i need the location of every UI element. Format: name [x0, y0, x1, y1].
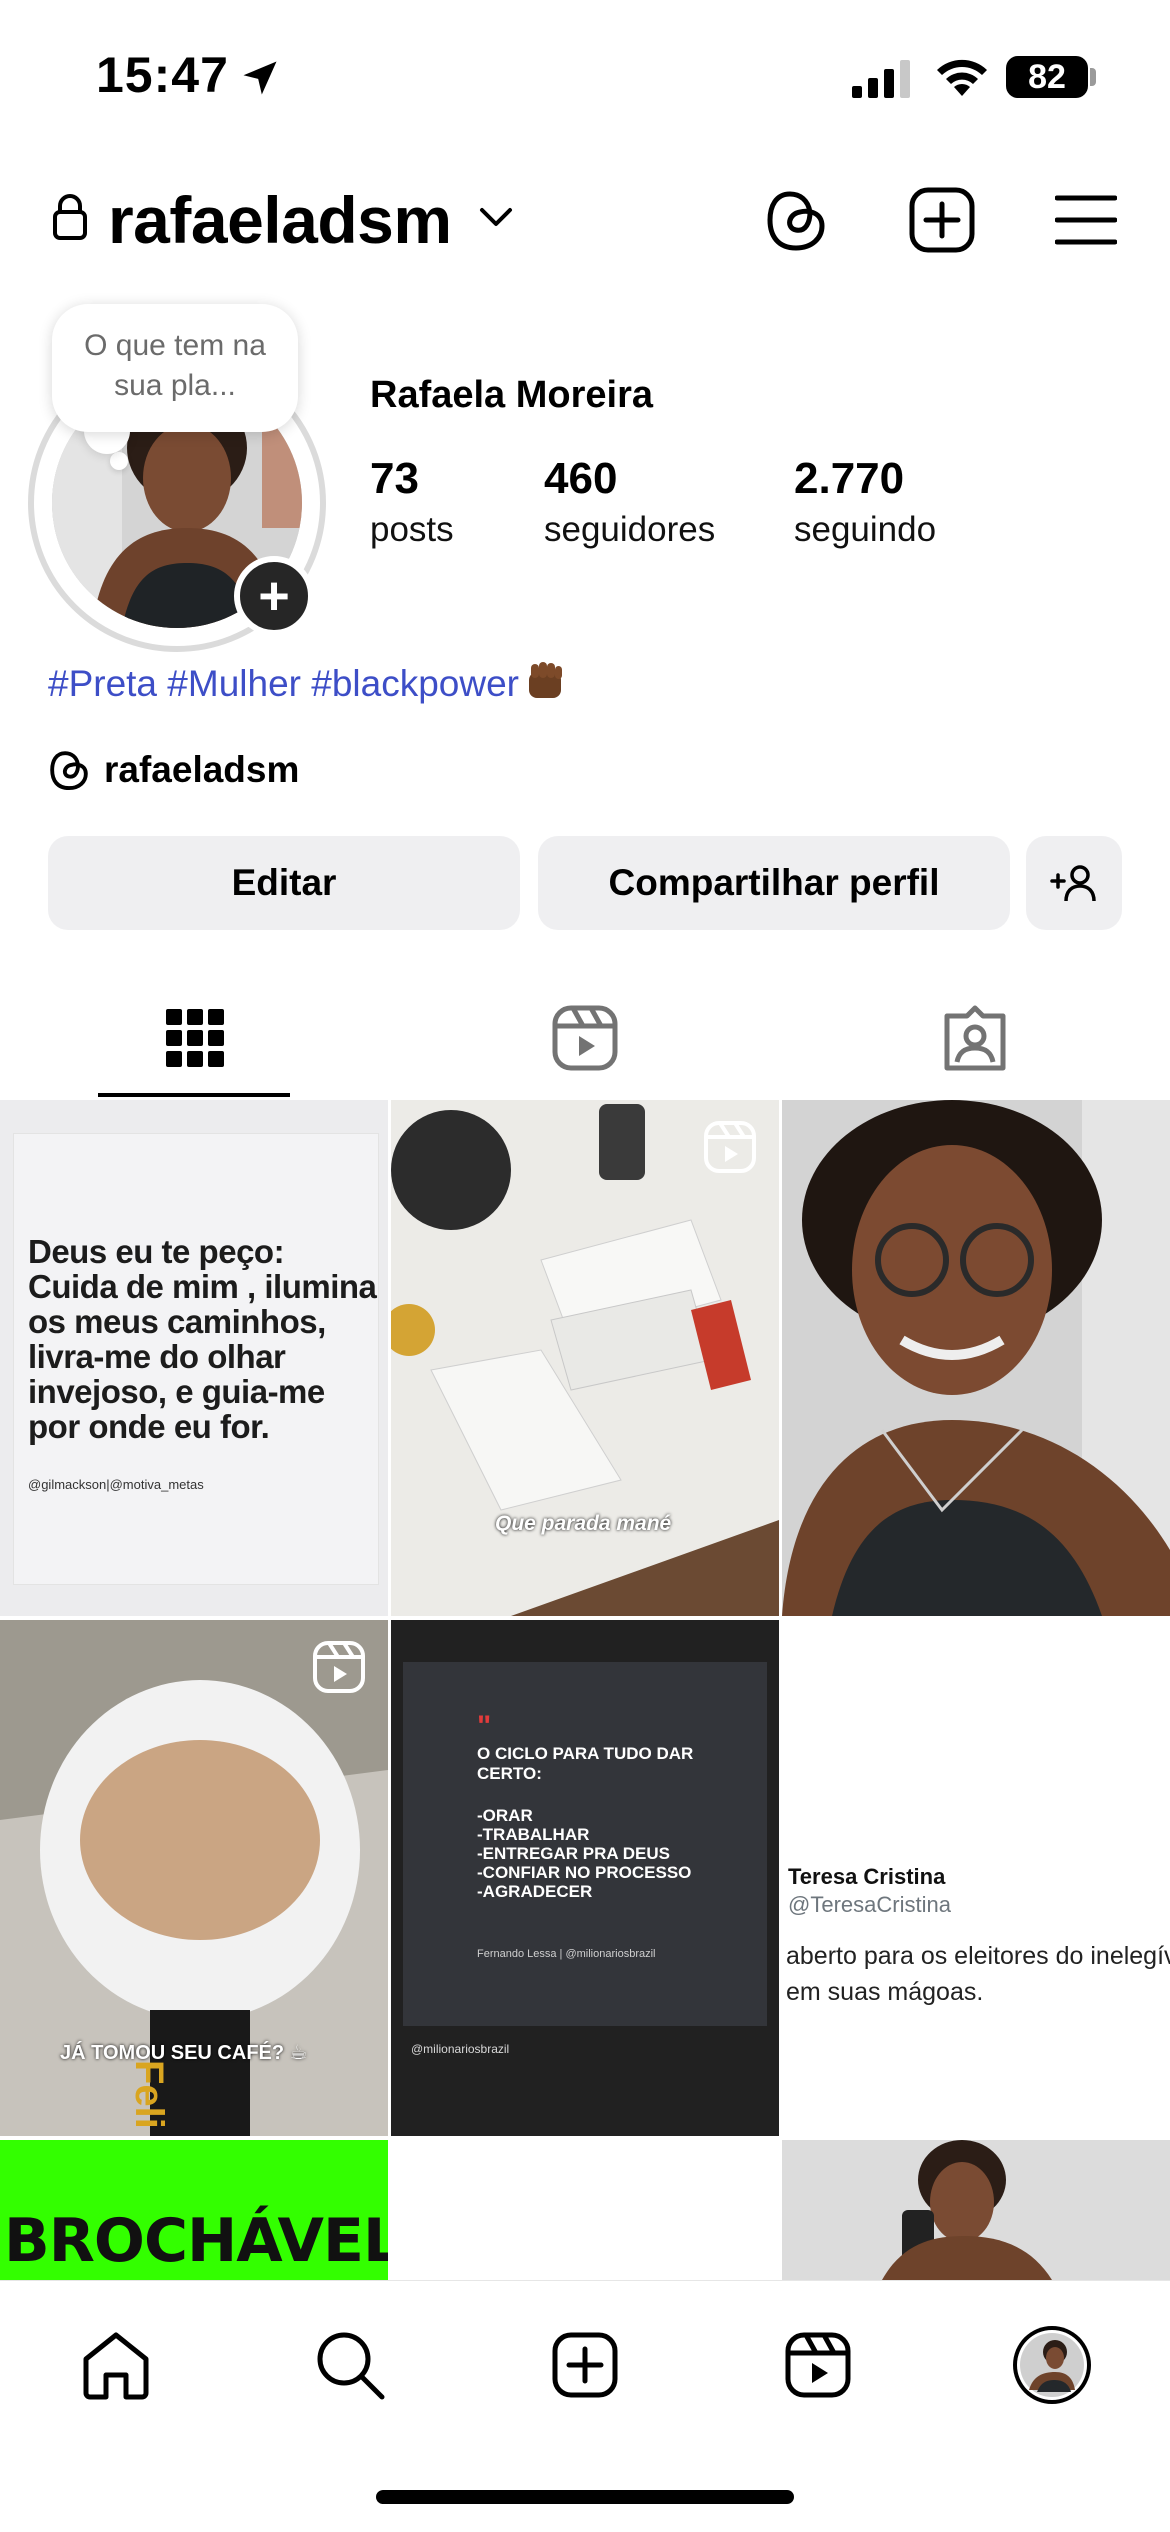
stat-followers[interactable]: 460 seguidores	[544, 452, 715, 554]
stat-posts-label: posts	[370, 510, 454, 549]
post-thumbnail[interactable]: Teresa Cristina @TeresaCristina aberto p…	[782, 1620, 1170, 2136]
grid-icon	[166, 1008, 224, 1067]
note-bubble[interactable]: O que tem na sua pla...	[52, 304, 298, 432]
chevron-down-icon[interactable]	[478, 206, 514, 230]
post-credit: Fernando Lessa | @milionariosbrazil	[477, 1948, 656, 1960]
post-handle: @milionariosbrazil	[411, 2042, 510, 2056]
tab-reels[interactable]	[390, 975, 780, 1100]
nav-create[interactable]	[537, 2317, 633, 2413]
post-quote-text: Deus eu te peço: Cuida de mim , ilumina …	[28, 1233, 377, 1445]
profile-avatar-icon	[1013, 2326, 1091, 2404]
post-thumbnail[interactable]: Que parada mané	[391, 1100, 779, 1616]
stat-followers-label: seguidores	[544, 510, 716, 549]
reels-icon	[552, 1005, 618, 1070]
wifi-icon	[937, 59, 987, 96]
edit-profile-button[interactable]: Editar	[48, 836, 520, 930]
threads-icon[interactable]	[756, 180, 836, 260]
post-thumbnail[interactable]: Feli JÁ TOMOU SEU CAFÉ? ☕	[0, 1620, 388, 2136]
nav-search[interactable]	[302, 2317, 398, 2413]
share-profile-button[interactable]: Compartilhar perfil	[538, 836, 1010, 930]
post-list-line: -ENTREGAR PRA DEUS	[477, 1844, 670, 1863]
profile-bio[interactable]: #Preta #Mulher #blackpower	[48, 660, 567, 705]
stat-following[interactable]: 2.770 seguindo	[794, 452, 936, 554]
home-indicator	[376, 2490, 794, 2504]
reels-nav-icon	[785, 2332, 851, 2398]
post-list: -ORAR -TRABALHAR -ENTREGAR PRA DEUS -CON…	[477, 1806, 707, 1901]
stat-followers-value: 460	[544, 454, 618, 503]
threads-badge-icon	[50, 751, 88, 791]
add-person-icon	[1050, 865, 1096, 902]
reel-indicator-icon	[313, 1641, 365, 1693]
tweet-text: aberto para os eleitores do inelegível e…	[786, 1942, 1170, 2006]
active-tab-indicator	[98, 1093, 290, 1097]
raised-fist-emoji-icon	[528, 662, 562, 698]
post-list-line: -CONFIAR NO PROCESSO	[477, 1863, 692, 1882]
discover-people-button[interactable]	[1026, 836, 1122, 930]
svg-text:Feli: Feli	[127, 2060, 171, 2129]
post-thumbnail[interactable]: BROCHÁVEL	[0, 2140, 388, 2280]
status-time: 15:47	[96, 47, 229, 103]
post-credit: @gilmackson|@motiva_metas	[28, 1477, 204, 1492]
post-thumbnail[interactable]	[782, 1100, 1170, 1616]
stat-posts[interactable]: 73 posts	[370, 452, 454, 554]
profile-full-name: Rafaela Moreira	[370, 374, 654, 416]
nav-reels[interactable]	[770, 2317, 866, 2413]
stat-following-value: 2.770	[794, 454, 905, 503]
post-thumbnail[interactable]	[782, 2140, 1170, 2280]
nav-home[interactable]	[68, 2317, 164, 2413]
post-big-text: BROCHÁVEL	[4, 2206, 388, 2276]
profile-tabs	[0, 975, 1170, 1100]
post-caption: JÁ TOMOU SEU CAFÉ? ☕	[60, 2042, 308, 2064]
post-list-line: -ORAR	[477, 1806, 533, 1825]
post-list-line: -TRABALHAR	[477, 1825, 590, 1844]
tab-posts-grid[interactable]	[0, 975, 390, 1100]
nav-profile[interactable]	[1004, 2317, 1100, 2413]
cellular-signal-icon	[852, 60, 910, 98]
add-story-button[interactable]: +	[234, 556, 314, 636]
reel-indicator-icon	[704, 1121, 756, 1173]
threads-handle: rafaeladsm	[104, 749, 300, 790]
tagged-icon	[944, 1005, 1006, 1070]
battery-nub	[1090, 68, 1096, 86]
threads-profile-link[interactable]: rafaeladsm	[48, 748, 299, 792]
stat-posts-value: 73	[370, 454, 419, 503]
create-post-icon[interactable]	[902, 180, 982, 260]
tweet-author-name: Teresa Cristina	[788, 1864, 946, 1889]
bio-hashtags[interactable]: #Preta #Mulher #blackpower	[48, 663, 519, 704]
post-list-line: -AGRADECER	[477, 1882, 593, 1901]
post-title: O CICLO PARA TUDO DAR CERTO:	[477, 1744, 694, 1783]
quote-mark: "	[477, 1710, 492, 1743]
profile-header: rafaeladsm	[0, 170, 1170, 280]
account-username[interactable]: rafaeladsm	[108, 182, 452, 258]
note-bubble-dot-small	[110, 452, 128, 470]
status-bar: 15:47 82	[0, 0, 1170, 150]
search-icon	[317, 2332, 385, 2400]
menu-icon[interactable]	[1046, 180, 1126, 260]
post-caption: Que parada mané	[495, 1512, 672, 1535]
post-thumbnail[interactable]: " O CICLO PARA TUDO DAR CERTO: -ORAR -TR…	[391, 1620, 779, 2136]
post-thumbnail[interactable]: Deus eu te peço: Cuida de mim , ilumina …	[0, 1100, 388, 1616]
tweet-author-handle: @TeresaCristina	[788, 1892, 951, 1917]
post-thumbnail[interactable]	[391, 2140, 779, 2280]
tab-tagged[interactable]	[780, 975, 1170, 1100]
stat-following-label: seguindo	[794, 510, 937, 549]
add-icon	[552, 2332, 618, 2398]
home-icon	[83, 2332, 149, 2400]
lock-icon	[53, 194, 87, 240]
location-arrow-icon	[243, 61, 277, 95]
posts-grid: Deus eu te peço: Cuida de mim , ilumina …	[0, 1100, 1170, 2280]
battery-indicator: 82	[1006, 56, 1088, 98]
